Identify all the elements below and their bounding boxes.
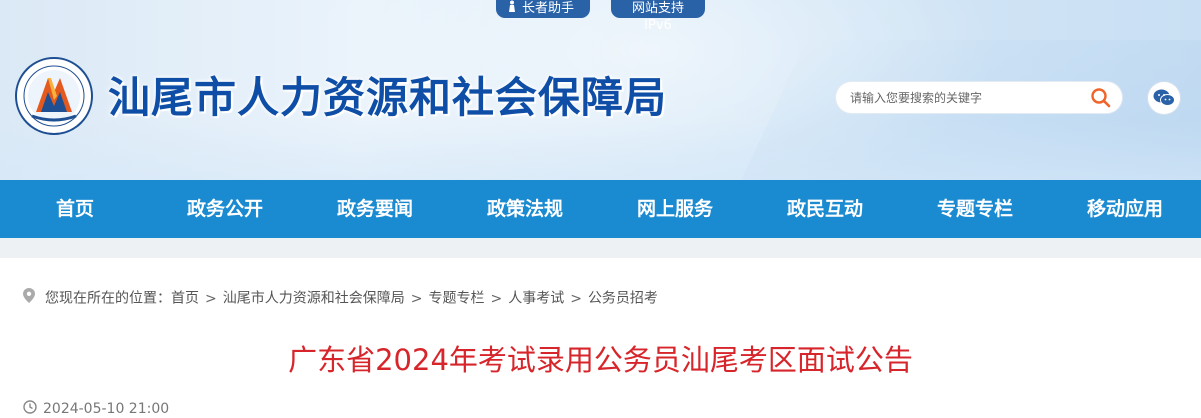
- breadcrumb-home-link[interactable]: 首页: [171, 291, 199, 307]
- search-input[interactable]: [850, 87, 1080, 108]
- breadcrumb: 您现在所在的位置：首页 > 汕尾市人力资源和社会保障局 > 专题专栏 > 人事考试 > 公务员招…: [23, 288, 658, 308]
- breadcrumb-personnel-exam-link[interactable]: 人事考试: [508, 291, 564, 307]
- breadcrumb-separator: >: [570, 290, 582, 307]
- nav-item-policy[interactable]: 政策法规: [450, 180, 600, 238]
- publish-date: 2024-05-10 21:00: [43, 401, 170, 417]
- nav-item-home[interactable]: 首页: [0, 180, 150, 238]
- elder-assistant-label: 长者助手: [522, 1, 575, 16]
- main-nav: 首页 政务公开 政务要闻 政策法规 网上服务 政民互动 专题专栏 移动应用: [0, 180, 1201, 238]
- hrss-emblem-icon[interactable]: [14, 56, 94, 136]
- nav-item-special-topics[interactable]: 专题专栏: [900, 180, 1050, 238]
- wechat-button[interactable]: [1148, 82, 1180, 114]
- search-icon[interactable]: [1090, 87, 1112, 109]
- clock-icon: [23, 400, 37, 418]
- nav-item-interaction[interactable]: 政民互动: [750, 180, 900, 238]
- site-header: 长者助手 网站支持IPv6 汕尾市人力资源和社会保障局: [0, 0, 1201, 180]
- separator-band: [0, 238, 1201, 258]
- header-decoration: [0, 120, 1201, 180]
- elder-assistant-button[interactable]: 长者助手: [496, 0, 590, 18]
- nav-item-gov-affairs-public[interactable]: 政务公开: [150, 180, 300, 238]
- breadcrumb-prefix: 您现在所在的位置：: [45, 290, 171, 307]
- breadcrumb-separator: >: [410, 290, 423, 307]
- breadcrumb-special-topics-link[interactable]: 专题专栏: [428, 291, 484, 307]
- breadcrumb-separator: >: [205, 290, 217, 307]
- breadcrumb-bureau-link[interactable]: 汕尾市人力资源和社会保障局: [223, 291, 405, 307]
- breadcrumb-civil-servant-link[interactable]: 公务员招考: [588, 291, 658, 307]
- nav-item-mobile-apps[interactable]: 移动应用: [1050, 180, 1200, 238]
- ipv6-badge[interactable]: 网站支持IPv6: [611, 0, 705, 33]
- search-box: [836, 82, 1122, 113]
- elder-icon: [506, 0, 518, 17]
- article-meta: 2024-05-10 21:00: [23, 400, 170, 418]
- breadcrumb-separator: >: [490, 290, 503, 307]
- nav-item-online-service[interactable]: 网上服务: [600, 180, 750, 238]
- article-title: 广东省2024年考试录用公务员汕尾考区面试公告: [288, 343, 913, 377]
- site-title[interactable]: 汕尾市人力资源和社会保障局: [108, 70, 667, 126]
- location-pin-icon: [23, 288, 35, 309]
- nav-item-news[interactable]: 政务要闻: [300, 180, 450, 238]
